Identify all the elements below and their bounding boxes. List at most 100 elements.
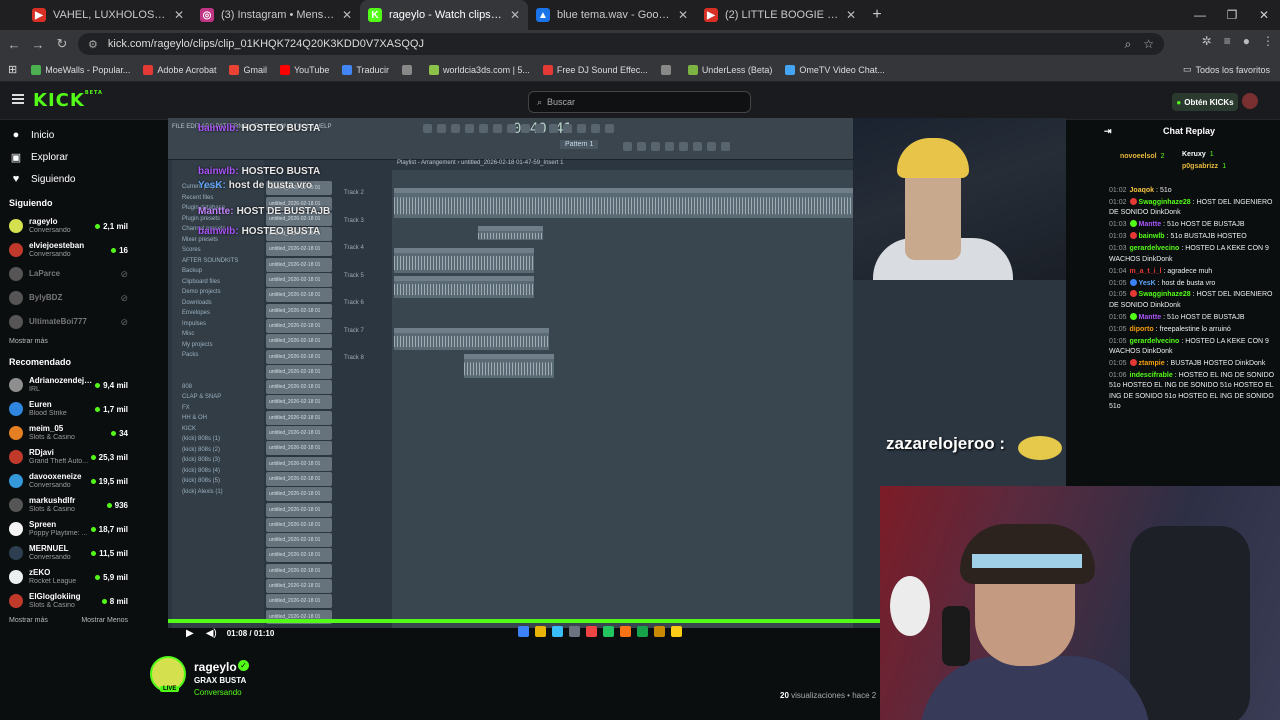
- channel-category: Grand Theft Auto...: [29, 457, 89, 465]
- browser-tab[interactable]: Krageylo - Watch clips on Kick ✕: [360, 0, 528, 30]
- reload-icon[interactable]: ↻: [50, 36, 74, 52]
- message-user[interactable]: indescifrable: [1130, 372, 1173, 379]
- new-tab-button[interactable]: +: [864, 6, 890, 24]
- channel-item[interactable]: meim_05 Slots & Casino 34: [0, 421, 137, 445]
- fl-browser-item: (kick) 808s (1): [182, 436, 221, 442]
- browser-tab[interactable]: ▶ VAHEL, LUXHOLOSNO, LOLO - ✕: [24, 0, 192, 30]
- channel-item[interactable]: rageylo Conversando 2,1 mil: [0, 214, 137, 238]
- channel-item[interactable]: RDjavi Grand Theft Auto... 25,3 mil: [0, 445, 137, 469]
- fl-tool-button: [707, 142, 716, 151]
- bookmark-item[interactable]: MoeWalls - Popular...: [31, 64, 130, 75]
- bookmark-item[interactable]: Traducir: [342, 64, 389, 75]
- url-bar[interactable]: ⚙ kick.com/rageylo/clips/clip_01KHQK724Q…: [78, 33, 1164, 55]
- media-icon[interactable]: ≡: [1224, 34, 1231, 48]
- bookmark-item[interactable]: UnderLess (Beta): [687, 64, 772, 75]
- all-bookmarks-button[interactable]: ▭ Todos los favoritos: [1183, 64, 1270, 75]
- zoom-icon[interactable]: ⌕: [1125, 37, 1132, 52]
- message-user[interactable]: Mantte: [1139, 221, 1162, 228]
- nav-item-siguiendo[interactable]: ♥ Siguiendo: [0, 168, 137, 190]
- message-user[interactable]: gerardelvecino: [1130, 338, 1180, 345]
- channel-text: meim_05 Slots & Casino: [29, 425, 111, 441]
- tab-close-icon[interactable]: ✕: [174, 8, 184, 22]
- fl-tool-button: [437, 124, 446, 133]
- stream-category[interactable]: Conversando: [194, 688, 242, 697]
- browser-tab[interactable]: ◎ (3) Instagram • Mensajes ✕: [192, 0, 360, 30]
- bookmark-item[interactable]: OmeTV Video Chat...: [785, 64, 885, 75]
- channel-avatar: [9, 243, 23, 257]
- browser-tab[interactable]: ▶ (2) LITTLE BOOGIE - PUTISHOR ✕: [696, 0, 864, 30]
- site-info-icon[interactable]: ⚙: [88, 38, 98, 51]
- minimize-icon[interactable]: —: [1184, 0, 1216, 30]
- channel-name: ElGloglokiing: [29, 592, 81, 601]
- channel-item[interactable]: ElGloglokiing Slots & Casino 8 mil: [0, 589, 137, 613]
- message-user[interactable]: m_a_t_i_l: [1130, 268, 1162, 275]
- message-user[interactable]: Swagginhaze28: [1139, 199, 1191, 206]
- restore-icon[interactable]: ❐: [1216, 0, 1248, 30]
- nav-item-inicio[interactable]: ● Inicio: [0, 124, 137, 146]
- overlay-chat-line: bainwlb: HOSTEO BUSTA: [198, 226, 320, 237]
- message-user[interactable]: Mantte: [1139, 314, 1162, 321]
- video-controls: ▶ ◀) 01:08 / 01:10: [168, 624, 880, 642]
- user-avatar[interactable]: [1242, 93, 1258, 109]
- back-icon[interactable]: ←: [2, 37, 26, 52]
- close-window-icon[interactable]: ✕: [1248, 0, 1280, 30]
- fl-channel-button: untitled_2026-02-18 01: [266, 502, 332, 517]
- channel-item[interactable]: Euren Blood Strike 1,7 mil: [0, 397, 137, 421]
- bookmark-item[interactable]: Free DJ Sound Effec...: [542, 64, 648, 75]
- bookmark-star-icon[interactable]: ☆: [1143, 37, 1154, 52]
- channel-item[interactable]: Adrianozendeja... IRL 9,4 mil: [0, 373, 137, 397]
- bookmark-item[interactable]: [402, 64, 416, 75]
- bookmark-item[interactable]: Adobe Acrobat: [143, 64, 216, 75]
- menu-icon[interactable]: ⋮: [1262, 34, 1274, 48]
- channel-item[interactable]: markushdlfr Slots & Casino 936: [0, 493, 137, 517]
- show-more-recommended[interactable]: Mostrar más: [9, 617, 48, 624]
- channel-item[interactable]: LaParce ⊘: [0, 262, 137, 286]
- show-less-recommended[interactable]: Mostrar Menos: [81, 617, 128, 624]
- message-user[interactable]: Swagginhaze28: [1139, 291, 1191, 298]
- channel-item[interactable]: UltimateBoi777 ⊘: [0, 310, 137, 334]
- bookmark-item[interactable]: [660, 64, 675, 75]
- message-user[interactable]: ztampie: [1139, 360, 1165, 367]
- profile-icon[interactable]: ●: [1243, 34, 1250, 48]
- hamburger-menu-icon[interactable]: [12, 94, 24, 104]
- channel-item[interactable]: BylyBDZ ⊘: [0, 286, 137, 310]
- video-progress-bar[interactable]: [168, 619, 880, 623]
- channel-name[interactable]: rageylo: [194, 660, 237, 674]
- extensions-icon[interactable]: ✲: [1202, 34, 1212, 48]
- apps-grid-icon[interactable]: ⊞: [8, 63, 17, 76]
- channel-item[interactable]: elviejoesteban Conversando 16: [0, 238, 137, 262]
- volume-icon[interactable]: ◀): [206, 628, 217, 639]
- channel-item[interactable]: Spreen Poppy Playtime: ... 18,7 mil: [0, 517, 137, 541]
- fl-channel-button: untitled_2026-02-18 01: [266, 303, 332, 318]
- tab-close-icon[interactable]: ✕: [678, 8, 688, 22]
- channel-item[interactable]: zEKO Rocket League 5,9 mil: [0, 565, 137, 589]
- fl-tool-button: [651, 142, 660, 151]
- bookmark-item[interactable]: YouTube: [279, 64, 329, 75]
- forward-icon[interactable]: →: [26, 37, 50, 52]
- message-user[interactable]: diporto: [1130, 326, 1154, 333]
- collapse-chat-icon[interactable]: ⇥: [1104, 120, 1112, 142]
- fl-browser-item: Envelopes: [182, 310, 211, 316]
- fl-track-label: Track 3: [344, 217, 364, 224]
- tab-close-icon[interactable]: ✕: [846, 8, 856, 22]
- play-icon[interactable]: ▶: [186, 628, 194, 639]
- nav-item-explorar[interactable]: ▣ Explorar: [0, 146, 137, 168]
- message-user[interactable]: bainwlb: [1139, 233, 1165, 240]
- live-dot-icon: [90, 454, 96, 460]
- tab-close-icon[interactable]: ✕: [510, 8, 520, 22]
- message-user[interactable]: YesK: [1139, 280, 1156, 287]
- tab-close-icon[interactable]: ✕: [342, 8, 352, 22]
- show-more-following[interactable]: Mostrar más: [9, 338, 48, 345]
- fl-channel-button: untitled_2026-02-18 01: [266, 533, 332, 548]
- search-input[interactable]: ⌕ Buscar: [528, 91, 751, 113]
- bookmark-item[interactable]: worldcia3ds.com | 5...: [429, 64, 530, 75]
- get-kicks-button[interactable]: ● Obtén KICKs: [1172, 93, 1238, 111]
- channel-item[interactable]: MERNUEL Conversando 11,5 mil: [0, 541, 137, 565]
- offline-icon: ⊘: [120, 268, 128, 279]
- kick-logo[interactable]: KICKBETA: [33, 90, 103, 111]
- message-user[interactable]: Joaqok: [1130, 187, 1155, 194]
- browser-tab[interactable]: ▲ blue tema.wav - Google Drive ✕: [528, 0, 696, 30]
- bookmark-item[interactable]: Gmail: [229, 64, 267, 75]
- channel-item[interactable]: davooxeneize Conversando 19,5 mil: [0, 469, 137, 493]
- message-user[interactable]: gerardelvecino: [1130, 245, 1180, 252]
